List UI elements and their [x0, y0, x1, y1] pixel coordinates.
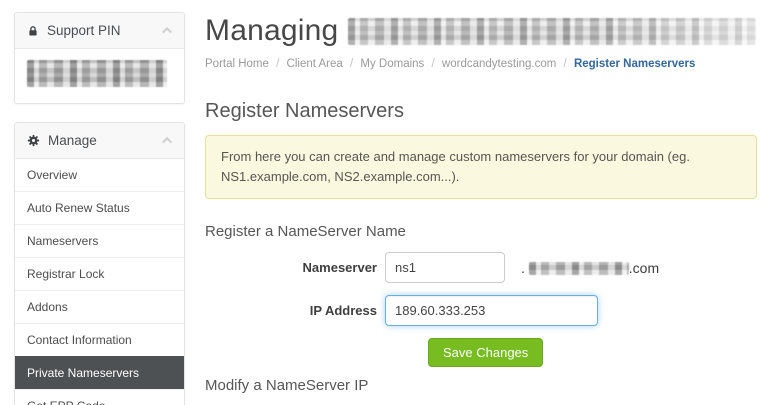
section-heading: Register Nameservers	[205, 100, 757, 123]
sidebar-item-auto-renew-status[interactable]: Auto Renew Status	[15, 191, 184, 224]
lock-icon	[27, 25, 39, 37]
manage-title: Manage	[48, 133, 165, 148]
breadcrumb-portal-home[interactable]: Portal Home	[205, 58, 269, 70]
register-ip-row: IP Address	[205, 295, 757, 326]
support-pin-panel: Support PIN	[14, 12, 185, 104]
save-row: Save Changes	[428, 338, 757, 367]
register-nameserver-row: Nameserver . .com	[205, 252, 757, 283]
ip-address-label: IP Address	[205, 303, 385, 318]
breadcrumb-client-area[interactable]: Client Area	[287, 58, 343, 70]
notice-box: From here you can create and manage cust…	[205, 135, 757, 199]
page-title: Managing	[205, 14, 338, 48]
breadcrumb-separator: /	[350, 58, 353, 70]
nameserver-input[interactable]	[385, 252, 505, 283]
gear-icon	[27, 134, 40, 147]
page: Support PIN	[0, 0, 768, 405]
domain-suffix: . .com	[521, 260, 659, 276]
save-changes-button[interactable]: Save Changes	[428, 338, 543, 367]
support-pin-header[interactable]: Support PIN	[15, 13, 184, 49]
redacted-support-pin	[27, 60, 167, 87]
sidebar-item-registrar-lock[interactable]: Registrar Lock	[15, 257, 184, 290]
breadcrumb: Portal Home / Client Area / My Domains /…	[205, 58, 757, 70]
redacted-domain-suffix	[529, 262, 629, 275]
sidebar-item-contact-information[interactable]: Contact Information	[15, 323, 184, 356]
support-pin-body	[15, 49, 184, 103]
nameserver-label: Nameserver	[205, 260, 385, 275]
breadcrumb-domain[interactable]: wordcandytesting.com	[442, 58, 556, 70]
manage-header[interactable]: Manage	[15, 123, 184, 159]
suffix-tld: .com	[629, 260, 659, 276]
modify-section-title: Modify a NameServer IP	[205, 377, 757, 394]
redacted-domain-name	[348, 18, 756, 45]
sidebar-item-get-epp-code[interactable]: Get EPP Code	[15, 389, 184, 405]
manage-panel: Manage Overview Auto Renew Status Namese…	[14, 122, 185, 405]
manage-menu: Overview Auto Renew Status Nameservers R…	[15, 159, 184, 405]
sidebar-item-overview[interactable]: Overview	[15, 159, 184, 191]
main-content: Managing Portal Home / Client Area / My …	[185, 0, 768, 405]
sidebar-item-private-nameservers[interactable]: Private Nameservers	[15, 356, 184, 389]
breadcrumb-separator: /	[564, 58, 567, 70]
breadcrumb-current[interactable]: Register Nameservers	[574, 58, 695, 70]
sidebar-item-nameservers[interactable]: Nameservers	[15, 224, 184, 257]
sidebar-item-addons[interactable]: Addons	[15, 290, 184, 323]
sidebar: Support PIN	[14, 12, 185, 405]
breadcrumb-separator: /	[432, 58, 435, 70]
breadcrumb-separator: /	[276, 58, 279, 70]
register-section-title: Register a NameServer Name	[205, 223, 757, 240]
suffix-dot: .	[521, 260, 525, 276]
support-pin-title: Support PIN	[47, 23, 165, 38]
title-row: Managing	[205, 14, 757, 48]
ip-address-input[interactable]	[385, 295, 598, 326]
breadcrumb-my-domains[interactable]: My Domains	[360, 58, 424, 70]
